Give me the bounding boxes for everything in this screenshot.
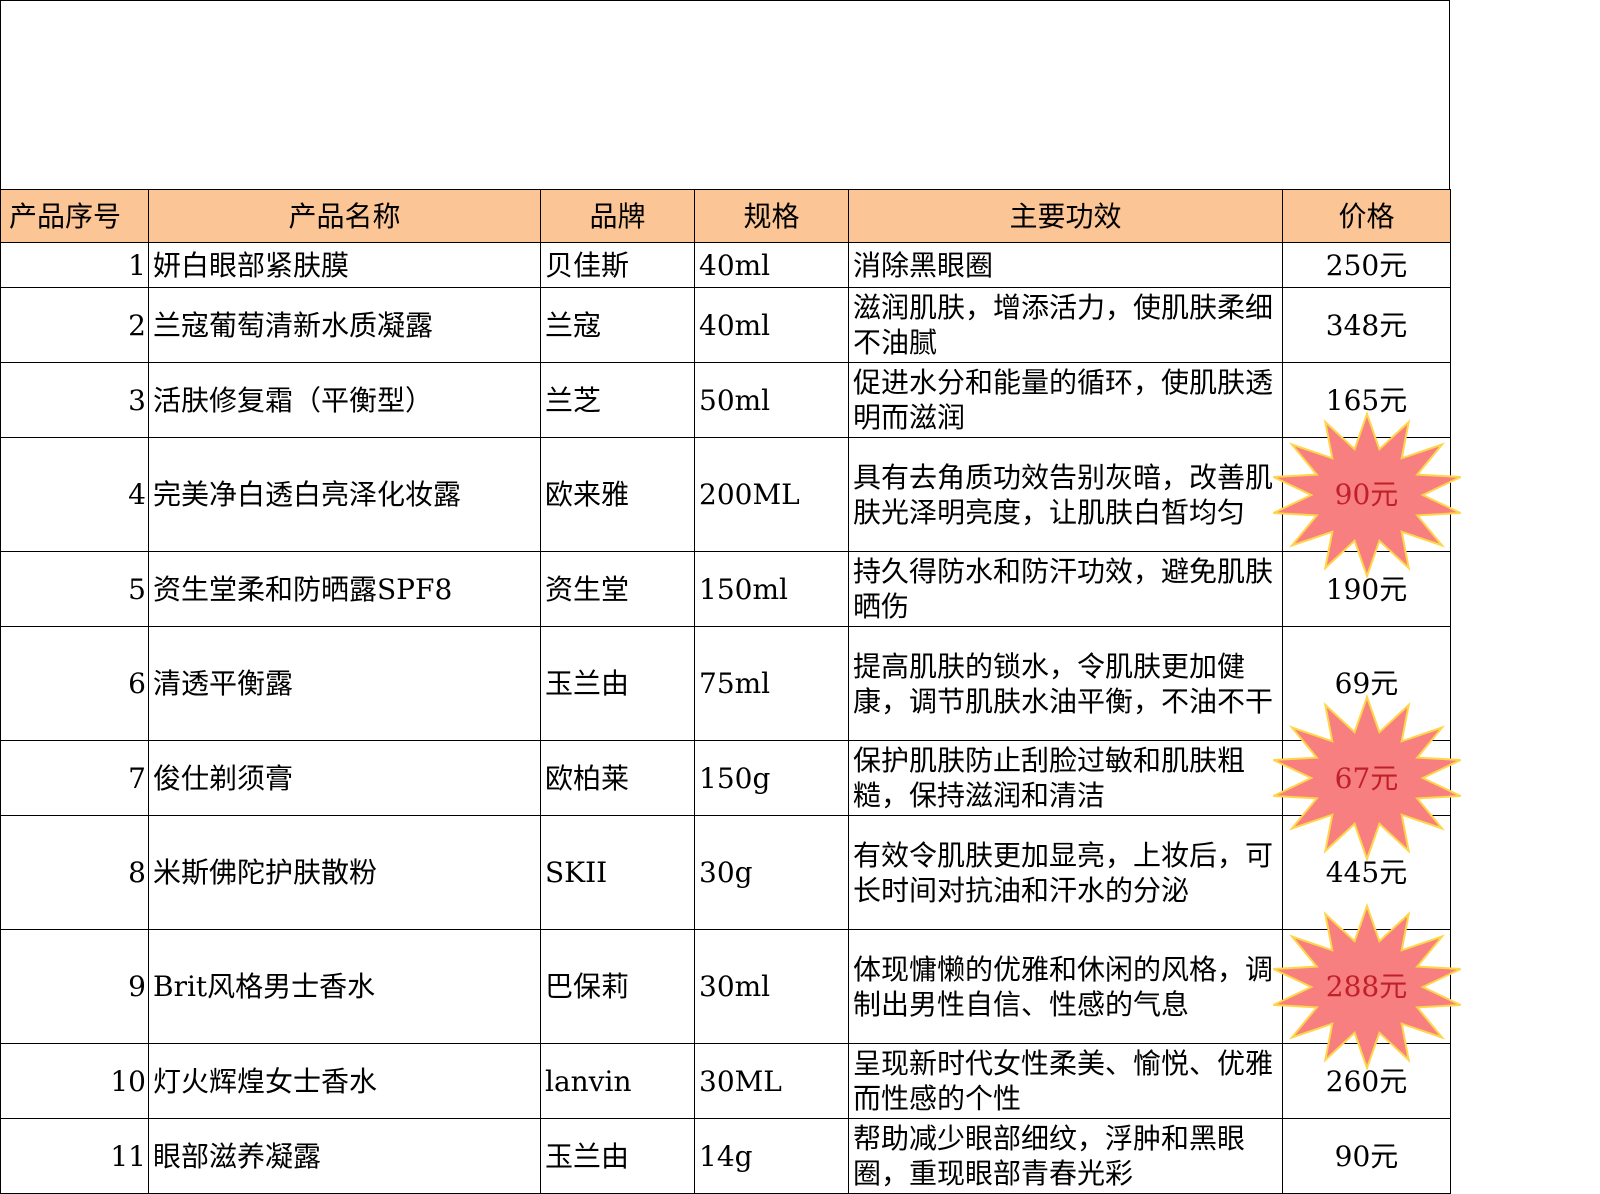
cell-index[interactable]: 9: [0, 929, 149, 1044]
header-row: 产品序号 产品名称 品牌 规格 主要功效 价格: [0, 189, 1451, 243]
cell-spec[interactable]: 30ml: [694, 929, 849, 1044]
price-value: 250元: [1325, 248, 1408, 282]
header-cell-name[interactable]: 产品名称: [148, 189, 541, 243]
table-row: 9 Brit风格男士香水 巴保莉 30ml 体现慵懒的优雅和休闲的风格，调制出男性自信、…: [0, 902, 1461, 1071]
table-row: 8 米斯佛陀护肤散粉 SKII 30g 有效令肌肤更加显亮，上妆后，可长时间对抗油和汗水…: [0, 815, 1451, 930]
cell-price[interactable]: 69元: [1282, 626, 1451, 741]
cell-product-name[interactable]: Brit风格男士香水: [148, 929, 541, 1044]
cell-index[interactable]: 5: [0, 551, 149, 627]
price-value: 90元: [1334, 478, 1399, 511]
cell-brand[interactable]: 兰寇: [540, 287, 695, 363]
cell-product-name[interactable]: 兰寇葡萄清新水质凝露: [148, 287, 541, 363]
cell-price[interactable]: 90元: [1272, 410, 1461, 579]
cell-index[interactable]: 6: [0, 626, 149, 741]
header-cell-brand[interactable]: 品牌: [540, 189, 695, 243]
cell-spec[interactable]: 200ML: [694, 437, 849, 552]
cell-effect[interactable]: 体现慵懒的优雅和休闲的风格，调制出男性自信、性感的气息: [848, 929, 1283, 1044]
table-row: 2 兰寇葡萄清新水质凝露 兰寇 40ml 滋润肌肤，增添活力，使肌肤柔细不油腻 348元: [0, 287, 1451, 363]
cell-spec[interactable]: 40ml: [694, 287, 849, 363]
cell-brand[interactable]: 兰芝: [540, 362, 695, 438]
cell-index[interactable]: 8: [0, 815, 149, 930]
table-row: 5 资生堂柔和防晒露SPF8 资生堂 150ml 持久得防水和防汗功效，避免肌肤晒伤 19…: [0, 551, 1451, 627]
cell-spec[interactable]: 150g: [694, 740, 849, 816]
price-value: 260元: [1325, 1064, 1408, 1098]
price-value: 69元: [1334, 667, 1399, 700]
cell-spec[interactable]: 30g: [694, 815, 849, 930]
cell-brand[interactable]: 玉兰由: [540, 626, 695, 741]
cell-effect[interactable]: 帮助减少眼部细纹，浮肿和黑眼圈，重现眼部青春光彩: [848, 1118, 1283, 1194]
cell-effect[interactable]: 促进水分和能量的循环，使肌肤透明而滋润: [848, 362, 1283, 438]
cell-price[interactable]: 67元: [1272, 693, 1461, 863]
cell-product-name[interactable]: 清透平衡露: [148, 626, 541, 741]
cell-price[interactable]: 90元: [1282, 1118, 1451, 1194]
price-value: 190元: [1325, 572, 1408, 606]
cell-spec[interactable]: 40ml: [694, 242, 849, 288]
cell-price[interactable]: 348元: [1282, 287, 1451, 363]
table-row: 3 活肤修复霜（平衡型） 兰芝 50ml 促进水分和能量的循环，使肌肤透明而滋润 165元: [0, 362, 1451, 438]
cell-effect[interactable]: 保护肌肤防止刮脸过敏和肌肤粗糙，保持滋润和清洁: [848, 740, 1283, 816]
price-value: 348元: [1325, 308, 1408, 342]
cell-index[interactable]: 2: [0, 287, 149, 363]
cell-index[interactable]: 7: [0, 740, 149, 816]
price-value: 288元: [1325, 970, 1408, 1003]
header-cell-spec[interactable]: 规格: [694, 189, 849, 243]
header-cell-effect[interactable]: 主要功效: [848, 189, 1283, 243]
price-value: 67元: [1334, 761, 1399, 795]
cell-spec[interactable]: 50ml: [694, 362, 849, 438]
cell-product-name[interactable]: 完美净白透白亮泽化妆露: [148, 437, 541, 552]
cell-price[interactable]: 165元: [1282, 362, 1451, 438]
cell-spec[interactable]: 14g: [694, 1118, 849, 1194]
cell-spec[interactable]: 30ML: [694, 1043, 849, 1119]
cell-price[interactable]: 260元: [1282, 1043, 1451, 1119]
cell-price[interactable]: 445元: [1282, 815, 1451, 930]
cell-brand[interactable]: 巴保莉: [540, 929, 695, 1044]
cell-brand[interactable]: 玉兰由: [540, 1118, 695, 1194]
cell-brand[interactable]: lanvin: [540, 1043, 695, 1119]
cell-brand[interactable]: 贝佳斯: [540, 242, 695, 288]
header-cell-price[interactable]: 价格: [1282, 189, 1451, 243]
cell-effect[interactable]: 提高肌肤的锁水，令肌肤更加健康，调节肌肤水油平衡，不油不干: [848, 626, 1283, 741]
table-row: 11 眼部滋养凝露 玉兰由 14g 帮助减少眼部细纹，浮肿和黑眼圈，重现眼部青春光彩 90…: [0, 1118, 1451, 1194]
cell-product-name[interactable]: 活肤修复霜（平衡型）: [148, 362, 541, 438]
table-row: 6 清透平衡露 玉兰由 75ml 提高肌肤的锁水，令肌肤更加健康，调节肌肤水油平衡，不油…: [0, 626, 1451, 741]
cell-effect[interactable]: 消除黑眼圈: [848, 242, 1283, 288]
price-value: 165元: [1325, 383, 1408, 417]
cell-product-name[interactable]: 灯火辉煌女士香水: [148, 1043, 541, 1119]
table-row: 4 完美净白透白亮泽化妆露 欧来雅 200ML 具有去角质功效告别灰暗，改善肌肤光泽明亮…: [0, 410, 1461, 579]
price-value: 90元: [1334, 1139, 1399, 1173]
cell-brand[interactable]: 资生堂: [540, 551, 695, 627]
cell-spec[interactable]: 75ml: [694, 626, 849, 741]
cell-price[interactable]: 190元: [1282, 551, 1451, 627]
cell-spec[interactable]: 150ml: [694, 551, 849, 627]
cell-index[interactable]: 10: [0, 1043, 149, 1119]
cell-product-name[interactable]: 眼部滋养凝露: [148, 1118, 541, 1194]
table-row: 10 灯火辉煌女士香水 lanvin 30ML 呈现新时代女性柔美、愉悦、优雅而性感的个…: [0, 1043, 1451, 1119]
cell-price[interactable]: 250元: [1282, 242, 1451, 288]
cell-brand[interactable]: SKII: [540, 815, 695, 930]
cell-effect[interactable]: 持久得防水和防汗功效，避免肌肤晒伤: [848, 551, 1283, 627]
cell-product-name[interactable]: 资生堂柔和防晒露SPF8: [148, 551, 541, 627]
cell-effect[interactable]: 呈现新时代女性柔美、愉悦、优雅而性感的个性: [848, 1043, 1283, 1119]
cell-index[interactable]: 3: [0, 362, 149, 438]
table-row: 1 妍白眼部紧肤膜 贝佳斯 40ml 消除黑眼圈 250元: [0, 242, 1451, 288]
cell-index[interactable]: 4: [0, 437, 149, 552]
cell-effect[interactable]: 有效令肌肤更加显亮，上妆后，可长时间对抗油和汗水的分泌: [848, 815, 1283, 930]
cell-product-name[interactable]: 俊仕剃须膏: [148, 740, 541, 816]
cell-price[interactable]: 288元: [1272, 902, 1461, 1071]
cell-brand[interactable]: 欧柏莱: [540, 740, 695, 816]
cell-index[interactable]: 11: [0, 1118, 149, 1194]
header-cell-index[interactable]: 产品序号: [0, 189, 149, 243]
cell-product-name[interactable]: 米斯佛陀护肤散粉: [148, 815, 541, 930]
product-table: 产品序号 产品名称 品牌 规格 主要功效 价格 1 妍白眼部紧肤膜 贝佳斯 40ml 消…: [0, 189, 1461, 1194]
table-row: 7 俊仕剃须膏 欧柏莱 150g 保护肌肤防止刮脸过敏和肌肤粗糙，保持滋润和清洁 67元: [0, 693, 1461, 863]
cell-index[interactable]: 1: [0, 242, 149, 288]
cell-product-name[interactable]: 妍白眼部紧肤膜: [148, 242, 541, 288]
cell-effect[interactable]: 滋润肌肤，增添活力，使肌肤柔细不油腻: [848, 287, 1283, 363]
spreadsheet-sheet: 产品序号 产品名称 品牌 规格 主要功效 价格 1 妍白眼部紧肤膜 贝佳斯 40ml 消…: [0, 0, 1461, 1194]
cell-brand[interactable]: 欧来雅: [540, 437, 695, 552]
price-value: 445元: [1325, 856, 1408, 889]
title-area: [0, 0, 1450, 190]
cell-effect[interactable]: 具有去角质功效告别灰暗，改善肌肤光泽明亮度，让肌肤白皙均匀: [848, 437, 1283, 552]
